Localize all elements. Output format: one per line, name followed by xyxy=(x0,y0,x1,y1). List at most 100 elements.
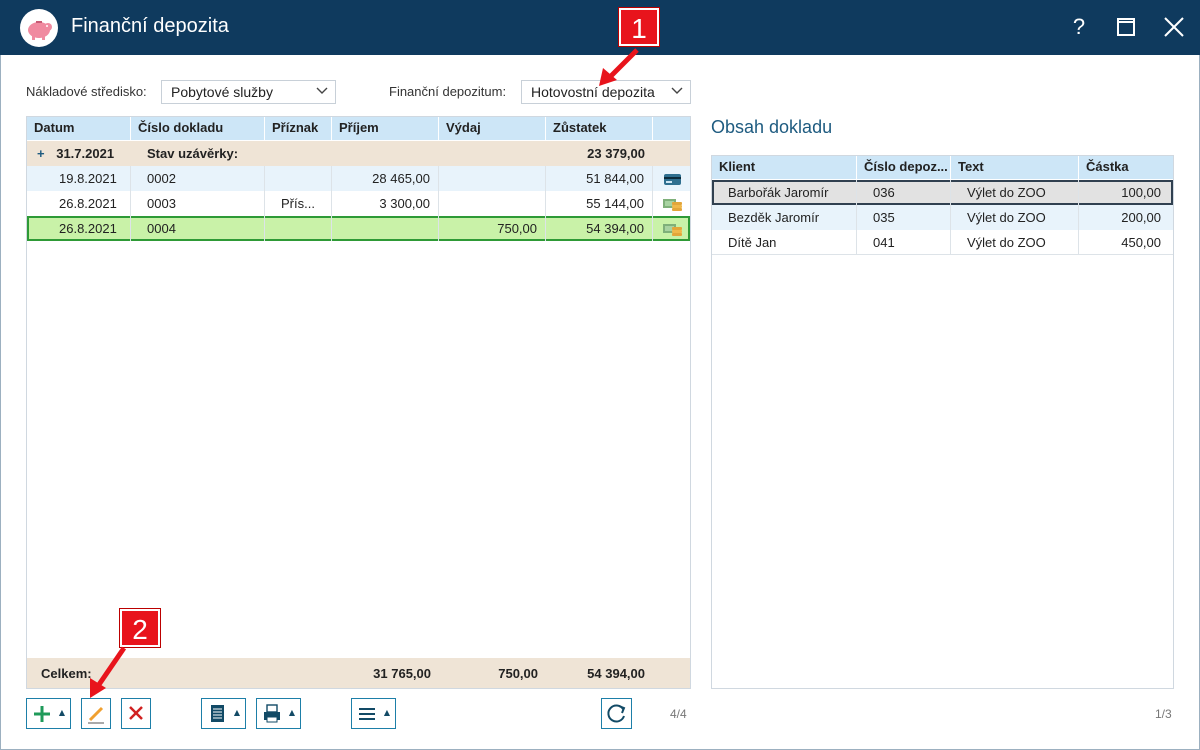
cell-income: 3 300,00 xyxy=(332,191,439,216)
printer-icon xyxy=(264,704,280,723)
column-header-income[interactable]: Příjem xyxy=(332,117,439,140)
group-balance: 23 379,00 xyxy=(587,146,645,161)
column-header-amount[interactable]: Částka xyxy=(1079,156,1175,179)
column-header-balance[interactable]: Zůstatek xyxy=(546,117,653,140)
column-header-icon xyxy=(653,117,692,140)
cell-amount: 200,00 xyxy=(1121,210,1161,225)
hamburger-menu-icon xyxy=(359,708,375,720)
cell-balance: 54 394,00 xyxy=(546,216,653,241)
cell-date: 19.8.2021 xyxy=(27,166,131,191)
pencil-icon xyxy=(88,706,104,724)
main-grid-pager: 4/4 xyxy=(670,707,687,721)
refresh-icon xyxy=(607,704,626,723)
edit-button[interactable] xyxy=(81,698,111,729)
cell-text: Výlet do ZOO xyxy=(951,205,1079,230)
cell-expense xyxy=(439,191,546,216)
callout-2: 2 xyxy=(120,609,160,647)
caret-up-icon: ▲ xyxy=(233,708,240,717)
column-header-flag[interactable]: Příznak xyxy=(265,117,332,140)
caret-up-icon: ▲ xyxy=(288,708,295,717)
cell-flag xyxy=(265,216,332,241)
detail-row-selected[interactable]: Barbořák Jaromír 036 Výlet do ZOO 100,00 xyxy=(712,180,1173,205)
column-header-doc-number[interactable]: Číslo dokladu xyxy=(131,117,265,140)
cash-icon xyxy=(663,224,682,236)
detail-row[interactable]: Bezděk Jaromír 035 Výlet do ZOO 200,00 xyxy=(712,205,1173,230)
table-row[interactable]: 19.8.2021 0002 28 465,00 51 844,00 xyxy=(27,166,690,191)
delete-x-icon xyxy=(129,706,143,720)
add-button[interactable]: ▲ xyxy=(26,698,71,729)
totals-expense: 750,00 xyxy=(498,666,538,681)
column-header-deposit-number[interactable]: Číslo depoz... xyxy=(857,156,951,179)
table-row[interactable]: 26.8.2021 0003 Přís... 3 300,00 55 144,0… xyxy=(27,191,690,216)
caret-up-icon: ▲ xyxy=(383,708,390,717)
table-row-selected[interactable]: 26.8.2021 0004 750,00 54 394,00 xyxy=(27,216,690,241)
document-button[interactable]: ▲ xyxy=(201,698,246,729)
cell-doc-number: 0003 xyxy=(131,191,265,216)
group-row[interactable]: + 31.7.2021 Stav uzávěrky: 23 379,00 xyxy=(27,141,690,166)
callout-1: 1 xyxy=(619,8,659,46)
cell-flag: Přís... xyxy=(265,191,332,216)
cell-client: Barbořák Jaromír xyxy=(712,180,857,205)
cell-expense: 750,00 xyxy=(439,216,546,241)
detail-grid: Klient Číslo depoz... Text Částka Barboř… xyxy=(711,155,1174,689)
cell-amount: 450,00 xyxy=(1121,235,1161,250)
maximize-icon xyxy=(1117,18,1135,36)
column-header-text[interactable]: Text xyxy=(951,156,1079,179)
document-icon xyxy=(211,705,224,722)
cell-income: 28 465,00 xyxy=(332,166,439,191)
close-icon xyxy=(1164,17,1184,37)
cell-flag xyxy=(265,166,332,191)
close-button[interactable] xyxy=(1159,12,1189,42)
cell-deposit-number: 035 xyxy=(857,205,951,230)
detail-grid-header: Klient Číslo depoz... Text Částka xyxy=(712,156,1173,179)
menu-button[interactable]: ▲ xyxy=(351,698,396,729)
deposit-label: Finanční depozitum: xyxy=(389,84,507,99)
expand-icon[interactable]: + xyxy=(37,146,45,161)
cell-deposit-number: 041 xyxy=(857,230,951,255)
detail-panel-title: Obsah dokladu xyxy=(711,117,833,137)
refresh-button[interactable] xyxy=(601,698,632,729)
cash-icon xyxy=(663,199,682,211)
cell-deposit-number: 036 xyxy=(857,180,951,205)
callout-1-arrow-icon xyxy=(599,48,639,86)
cell-balance: 55 144,00 xyxy=(546,191,653,216)
maximize-button[interactable] xyxy=(1111,12,1141,42)
cell-balance: 51 844,00 xyxy=(546,166,653,191)
deposit-grid: Datum Číslo dokladu Příznak Příjem Výdaj… xyxy=(26,116,692,689)
cell-date: 26.8.2021 xyxy=(27,191,131,216)
totals-income: 31 765,00 xyxy=(373,666,431,681)
cell-doc-number: 0002 xyxy=(131,166,265,191)
chevron-down-icon xyxy=(671,87,683,94)
delete-button[interactable] xyxy=(121,698,151,729)
column-header-date[interactable]: Datum xyxy=(27,117,131,140)
print-button[interactable]: ▲ xyxy=(256,698,301,729)
cell-expense xyxy=(439,166,546,191)
totals-balance: 54 394,00 xyxy=(587,666,645,681)
deposit-grid-header: Datum Číslo dokladu Příznak Příjem Výdaj… xyxy=(27,117,692,140)
help-button[interactable]: ? xyxy=(1064,12,1094,42)
cost-center-label: Nákladové středisko: xyxy=(26,84,147,99)
cell-doc-number: 0004 xyxy=(131,216,265,241)
cell-text: Výlet do ZOO xyxy=(951,230,1079,255)
callout-2-arrow-icon xyxy=(90,646,127,698)
chevron-down-icon xyxy=(316,87,328,94)
cost-center-select[interactable]: Pobytové služby xyxy=(161,80,336,104)
totals-label: Celkem: xyxy=(41,666,92,681)
column-header-expense[interactable]: Výdaj xyxy=(439,117,546,140)
window-title: Finanční depozita xyxy=(71,15,229,37)
column-header-client[interactable]: Klient xyxy=(712,156,857,179)
cell-text: Výlet do ZOO xyxy=(951,180,1079,205)
cost-center-value: Pobytové služby xyxy=(171,84,273,100)
cell-date: 26.8.2021 xyxy=(27,216,131,241)
cell-client: Dítě Jan xyxy=(712,230,857,255)
cell-amount: 100,00 xyxy=(1121,185,1161,200)
detail-grid-pager: 1/3 xyxy=(1155,707,1172,721)
piggy-bank-icon xyxy=(20,9,58,47)
group-date: 31.7.2021 xyxy=(56,146,115,161)
group-label: Stav uzávěrky: xyxy=(147,146,239,161)
card-icon xyxy=(664,174,681,185)
plus-icon xyxy=(34,706,50,722)
caret-up-icon: ▲ xyxy=(58,708,65,717)
detail-row[interactable]: Dítě Jan 041 Výlet do ZOO 450,00 xyxy=(712,230,1173,255)
cell-client: Bezděk Jaromír xyxy=(712,205,857,230)
